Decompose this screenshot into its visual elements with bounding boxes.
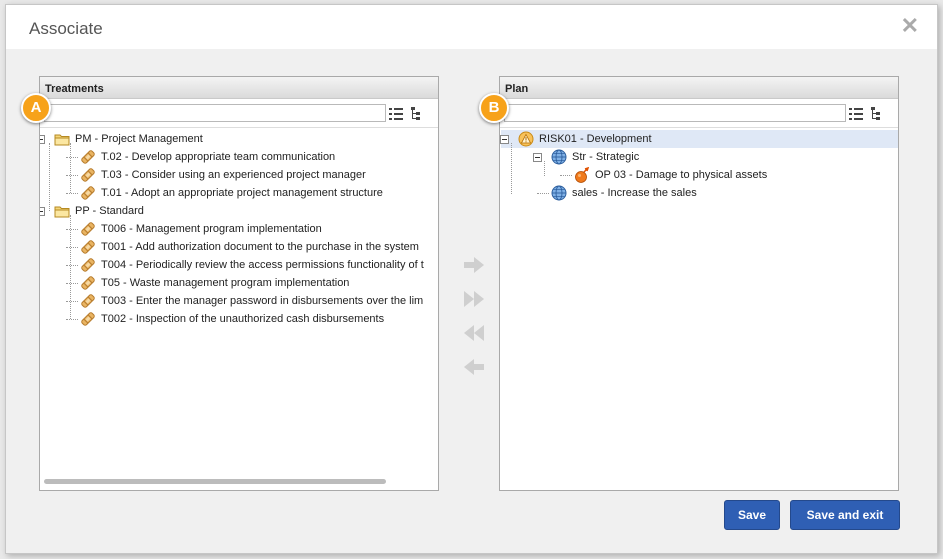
tree-connector bbox=[560, 175, 572, 176]
tree-connector bbox=[511, 143, 512, 194]
tree-row[interactable]: OP 03 - Damage to physical assets bbox=[500, 166, 897, 184]
tree-connector bbox=[66, 175, 78, 176]
treatments-panel: Treatments PM - Project Management T.02 -… bbox=[39, 76, 439, 491]
treatment-bandage-icon bbox=[81, 312, 95, 326]
tree-item-label: T.01 - Adopt an appropriate project mana… bbox=[101, 187, 383, 199]
tree-item-label: T006 - Management program implementation bbox=[101, 223, 322, 235]
move-left-icon[interactable] bbox=[462, 357, 486, 377]
tree-connector bbox=[544, 161, 545, 176]
tree-connector bbox=[66, 301, 78, 302]
tree-connector bbox=[66, 319, 78, 320]
treatment-bandage-icon bbox=[81, 240, 95, 254]
save-and-exit-button[interactable]: Save and exit bbox=[790, 500, 900, 530]
tree-item-label: T004 - Periodically review the access pe… bbox=[101, 259, 424, 271]
plan-panel: Plan RISK01 - Development Str - Strategic… bbox=[499, 76, 899, 491]
tree-item-label: PM - Project Management bbox=[75, 133, 203, 145]
collapse-toggle-icon[interactable] bbox=[40, 135, 45, 144]
dialog-header: Associate ✕ bbox=[6, 5, 937, 49]
tree-row[interactable]: RISK01 - Development bbox=[500, 130, 898, 148]
treatment-bandage-icon bbox=[81, 276, 95, 290]
treatments-panel-header: Treatments bbox=[40, 77, 438, 99]
globe-icon bbox=[551, 149, 567, 165]
tree-row[interactable]: T002 - Inspection of the unauthorized ca… bbox=[40, 310, 438, 328]
tree-item-label: T.03 - Consider using an experienced pro… bbox=[101, 169, 366, 181]
tree-item-label: PP - Standard bbox=[75, 205, 144, 217]
tree-view-icon[interactable] bbox=[870, 107, 884, 121]
treatments-search-input[interactable] bbox=[44, 104, 386, 122]
tree-item-label: OP 03 - Damage to physical assets bbox=[595, 169, 768, 181]
tree-row[interactable]: T05 - Waste management program implement… bbox=[40, 274, 438, 292]
plan-panel-header: Plan bbox=[500, 77, 898, 99]
tree-item-label: T003 - Enter the manager password in dis… bbox=[101, 295, 424, 307]
treatments-search-row bbox=[40, 99, 438, 128]
move-right-icon[interactable] bbox=[462, 255, 486, 275]
tree-connector bbox=[66, 193, 78, 194]
plan-search-input[interactable] bbox=[504, 104, 846, 122]
badge-a: A bbox=[21, 93, 51, 123]
tree-connector bbox=[66, 229, 78, 230]
tree-item-label: T002 - Inspection of the unauthorized ca… bbox=[101, 313, 385, 325]
tree-item-label: RISK01 - Development bbox=[539, 133, 652, 145]
tree-row[interactable]: PP - Standard bbox=[40, 202, 438, 220]
plan-search-row bbox=[500, 99, 898, 128]
move-all-left-icon[interactable] bbox=[462, 323, 486, 343]
close-icon[interactable]: ✕ bbox=[901, 15, 919, 37]
list-view-icon[interactable] bbox=[849, 107, 863, 121]
dialog-title: Associate bbox=[29, 19, 103, 38]
tree-connector bbox=[537, 193, 549, 194]
tree-connector bbox=[66, 283, 78, 284]
risk-warning-icon bbox=[518, 131, 534, 147]
tree-row[interactable]: T003 - Enter the manager password in dis… bbox=[40, 292, 438, 310]
tree-item-label: Str - Strategic bbox=[572, 151, 640, 163]
collapse-toggle-icon[interactable] bbox=[533, 153, 542, 162]
treatment-bandage-icon bbox=[81, 150, 95, 164]
tree-row[interactable]: PM - Project Management bbox=[40, 130, 438, 148]
treatment-bandage-icon bbox=[81, 294, 95, 308]
tree-connector bbox=[70, 143, 71, 193]
tree-connector bbox=[66, 265, 78, 266]
folder-icon bbox=[54, 206, 70, 218]
tree-view-icon[interactable] bbox=[410, 107, 424, 121]
tree-row[interactable]: T.02 - Develop appropriate team communic… bbox=[40, 148, 438, 166]
move-all-right-icon[interactable] bbox=[462, 289, 486, 309]
badge-b: B bbox=[479, 93, 509, 123]
collapse-toggle-icon[interactable] bbox=[40, 207, 45, 216]
folder-icon bbox=[54, 134, 70, 146]
tree-row[interactable]: T001 - Add authorization document to the… bbox=[40, 238, 438, 256]
plan-panel-title: Plan bbox=[505, 83, 529, 95]
tree-item-label: T001 - Add authorization document to the… bbox=[101, 241, 419, 253]
treatment-bandage-icon bbox=[81, 168, 95, 182]
treatment-bandage-icon bbox=[81, 186, 95, 200]
tree-item-label: sales - Increase the sales bbox=[572, 187, 697, 199]
globe-icon bbox=[551, 185, 567, 201]
list-view-icon[interactable] bbox=[389, 107, 403, 121]
tree-row[interactable]: T.03 - Consider using an experienced pro… bbox=[40, 166, 438, 184]
treatment-bandage-icon bbox=[81, 222, 95, 236]
tree-connector bbox=[49, 143, 50, 211]
treatments-panel-title: Treatments bbox=[45, 83, 104, 95]
plan-tree: RISK01 - Development Str - Strategic OP 03… bbox=[500, 129, 898, 479]
tree-row[interactable]: Str - Strategic bbox=[500, 148, 897, 166]
treatments-tree: PM - Project Management T.02 - Develop ap… bbox=[40, 129, 438, 479]
damage-icon bbox=[575, 167, 590, 183]
tree-item-label: T.02 - Develop appropriate team communic… bbox=[101, 151, 336, 163]
tree-item-label: T05 - Waste management program implement… bbox=[101, 277, 350, 289]
collapse-toggle-icon[interactable] bbox=[500, 135, 509, 144]
tree-row[interactable]: T006 - Management program implementation bbox=[40, 220, 438, 238]
tree-connector bbox=[66, 157, 78, 158]
save-button[interactable]: Save bbox=[724, 500, 780, 530]
tree-row[interactable]: T.01 - Adopt an appropriate project mana… bbox=[40, 184, 438, 202]
tree-connector bbox=[66, 247, 78, 248]
tree-row[interactable]: T004 - Periodically review the access pe… bbox=[40, 256, 438, 274]
horizontal-scrollbar[interactable] bbox=[44, 479, 386, 484]
treatment-bandage-icon bbox=[81, 258, 95, 272]
tree-connector bbox=[70, 215, 71, 319]
tree-row[interactable]: sales - Increase the sales bbox=[500, 184, 897, 202]
